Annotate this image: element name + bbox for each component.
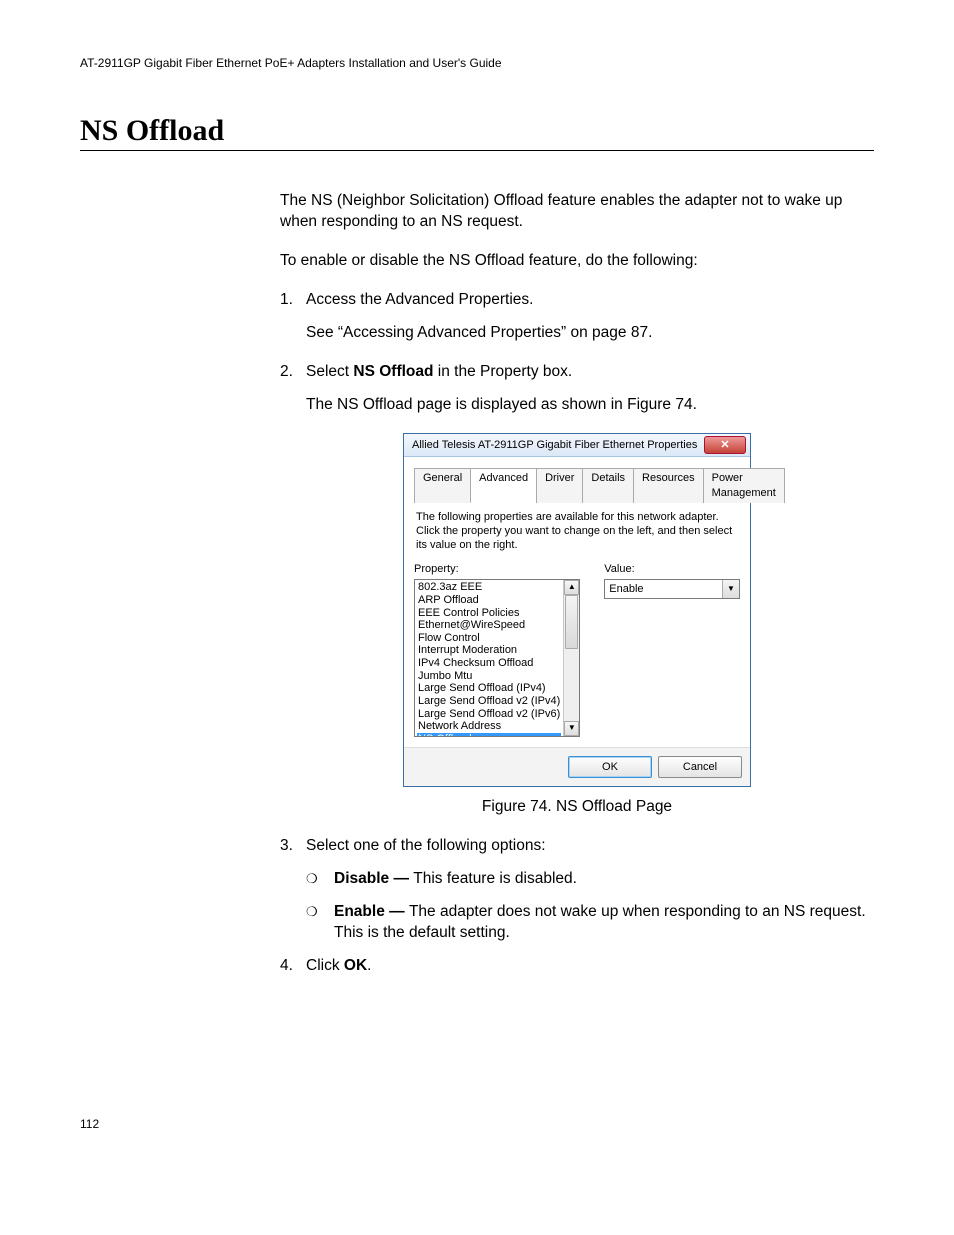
tab-strip: General Advanced Driver Details Resource… (414, 467, 740, 503)
ok-button[interactable]: OK (568, 756, 652, 778)
tab-advanced[interactable]: Advanced (470, 468, 537, 503)
step2-text: Select NS Offload in the Property box. (306, 362, 874, 383)
step2-subtext: The NS Offload page is displayed as show… (306, 395, 874, 416)
properties-dialog: Allied Telesis AT-2911GP Gigabit Fiber E… (403, 433, 751, 787)
property-item[interactable]: 802.3az EEE (417, 581, 561, 594)
property-item[interactable]: EEE Control Policies (417, 607, 561, 620)
intro-paragraph: The NS (Neighbor Solicitation) Offload f… (280, 191, 874, 233)
option-enable: Enable — The adapter does not wake up wh… (334, 902, 874, 944)
scroll-track[interactable] (564, 595, 579, 721)
property-item[interactable]: Network Address (417, 720, 561, 733)
running-header: AT-2911GP Gigabit Fiber Ethernet PoE+ Ad… (80, 56, 874, 70)
property-item[interactable]: IPv4 Checksum Offload (417, 657, 561, 670)
property-item[interactable]: Ethernet@WireSpeed (417, 619, 561, 632)
property-item[interactable]: Flow Control (417, 632, 561, 645)
step4-bold: OK (344, 957, 367, 974)
page-number: 112 (80, 1117, 874, 1131)
property-item[interactable]: Jumbo Mtu (417, 670, 561, 683)
step3-number: 3. (280, 836, 306, 857)
property-item[interactable]: NS Offload (417, 733, 561, 736)
option-disable-label: Disable — (334, 870, 413, 887)
step1-subtext: See “Accessing Advanced Properties” on p… (306, 323, 874, 344)
bullet-icon: ❍ (306, 869, 334, 890)
dialog-titlebar: Allied Telesis AT-2911GP Gigabit Fiber E… (404, 434, 750, 457)
value-selected: Enable (605, 582, 722, 597)
step3-text: Select one of the following options: (306, 836, 874, 857)
step4-post: . (367, 957, 371, 974)
dialog-title: Allied Telesis AT-2911GP Gigabit Fiber E… (412, 438, 697, 453)
step1-text: Access the Advanced Properties. (306, 290, 874, 311)
scroll-thumb[interactable] (565, 595, 578, 649)
step4-number: 4. (280, 956, 306, 977)
option-enable-label: Enable — (334, 903, 409, 920)
section-title: NS Offload (80, 114, 874, 151)
tab-driver[interactable]: Driver (536, 468, 583, 503)
figure-caption: Figure 74. NS Offload Page (482, 797, 672, 818)
property-item[interactable]: ARP Offload (417, 594, 561, 607)
value-label: Value: (604, 562, 740, 577)
bullet-icon: ❍ (306, 902, 334, 944)
step2-pre: Select (306, 363, 353, 380)
option-disable-text: This feature is disabled. (413, 870, 577, 887)
combo-dropdown-button[interactable]: ▼ (722, 580, 739, 598)
listbox-scrollbar[interactable]: ▲ ▼ (563, 580, 579, 736)
step4-text: Click OK. (306, 956, 874, 977)
lead-paragraph: To enable or disable the NS Offload feat… (280, 251, 874, 272)
scroll-up-button[interactable]: ▲ (564, 580, 579, 595)
option-disable: Disable — This feature is disabled. (334, 869, 874, 890)
scroll-down-button[interactable]: ▼ (564, 721, 579, 736)
property-label: Property: (414, 562, 580, 577)
step1-number: 1. (280, 290, 306, 311)
step2-number: 2. (280, 362, 306, 383)
property-item[interactable]: Large Send Offload v2 (IPv4) (417, 695, 561, 708)
option-enable-text: The adapter does not wake up when respon… (334, 903, 866, 941)
figure-wrap: Allied Telesis AT-2911GP Gigabit Fiber E… (280, 433, 874, 818)
tab-general[interactable]: General (414, 468, 471, 503)
dialog-description: The following properties are available f… (416, 511, 738, 552)
tab-power-management[interactable]: Power Management (703, 468, 785, 503)
chevron-down-icon: ▼ (727, 584, 735, 595)
step4-pre: Click (306, 957, 344, 974)
cancel-button[interactable]: Cancel (658, 756, 742, 778)
step2-post: in the Property box. (433, 363, 572, 380)
tab-resources[interactable]: Resources (633, 468, 704, 503)
property-listbox[interactable]: 802.3az EEEARP OffloadEEE Control Polici… (414, 579, 580, 737)
property-item[interactable]: Large Send Offload (IPv4) (417, 682, 561, 695)
close-button[interactable]: ✕ (704, 436, 746, 454)
close-icon: ✕ (720, 440, 729, 451)
value-combobox[interactable]: Enable ▼ (604, 579, 740, 599)
property-item[interactable]: Large Send Offload v2 (IPv6) (417, 708, 561, 721)
step2-bold: NS Offload (353, 363, 433, 380)
property-item[interactable]: Interrupt Moderation (417, 644, 561, 657)
tab-details[interactable]: Details (582, 468, 634, 503)
